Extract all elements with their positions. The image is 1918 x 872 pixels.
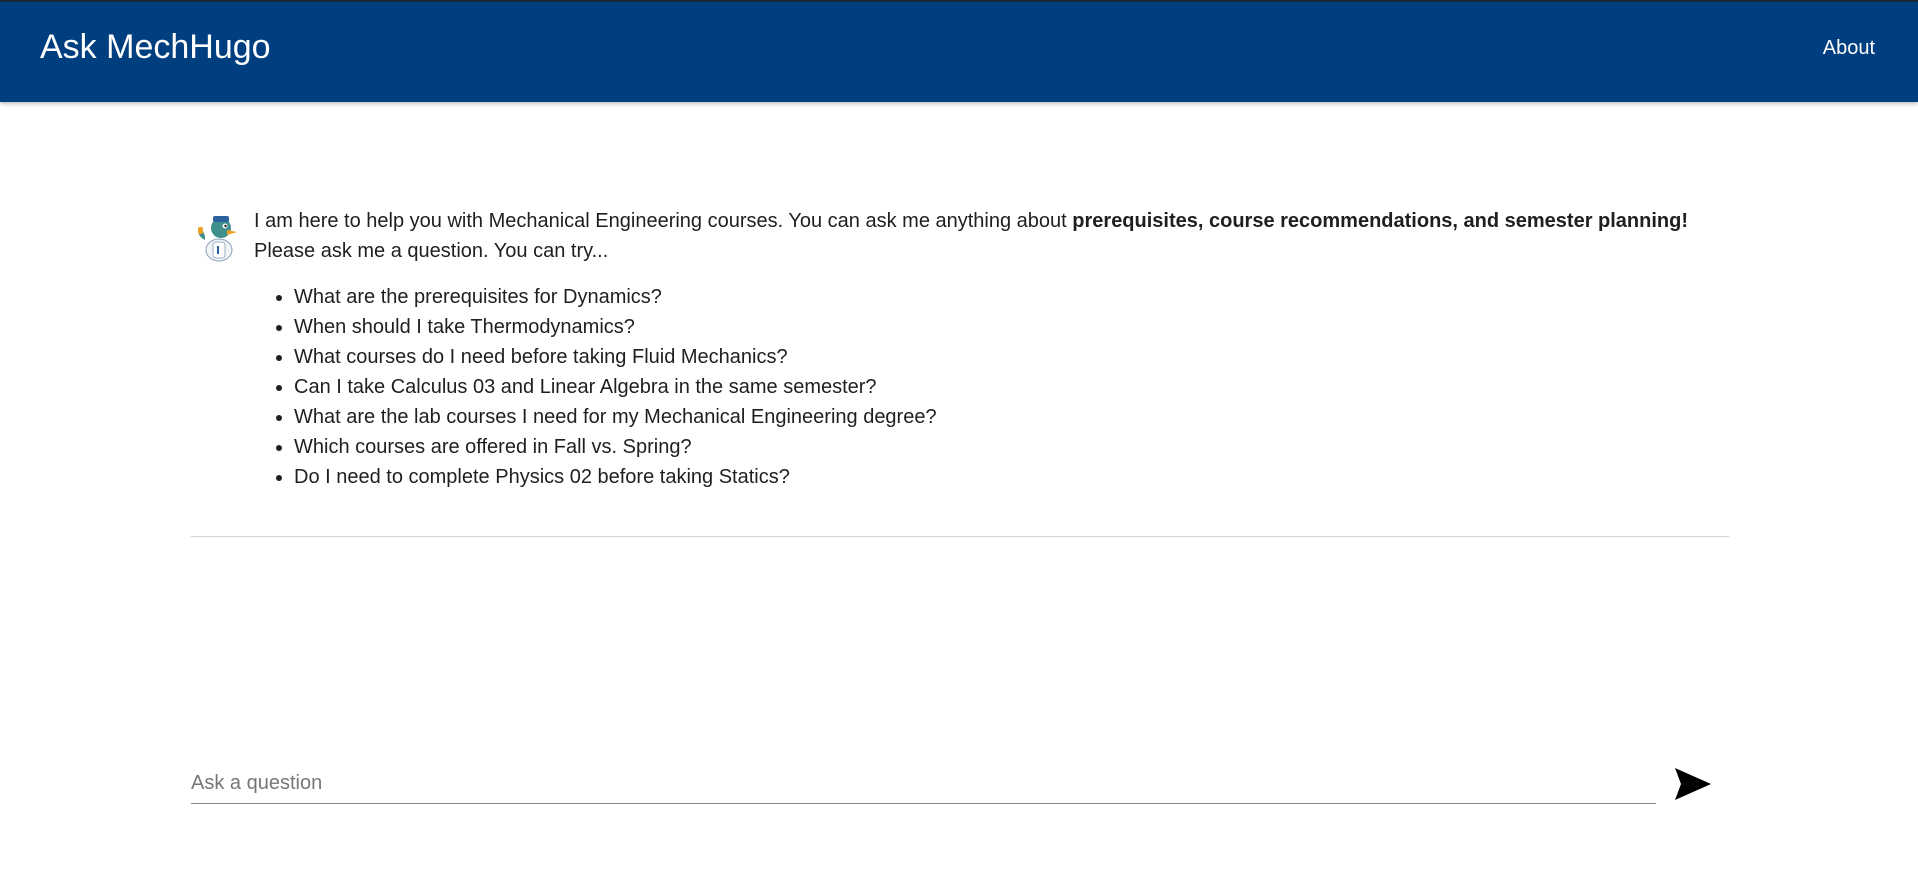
question-input-row — [191, 764, 1729, 804]
question-input[interactable] — [191, 764, 1656, 804]
app-title: Ask MechHugo — [40, 28, 271, 66]
suggestion-item: What courses do I need before taking Flu… — [294, 342, 1709, 372]
suggestion-list: What are the prerequisites for Dynamics?… — [254, 282, 1709, 492]
message-outro: Please ask me a question. You can try... — [254, 240, 609, 262]
suggestion-item: What are the lab courses I need for my M… — [294, 402, 1709, 432]
suggestion-item: What are the prerequisites for Dynamics? — [294, 282, 1709, 312]
suggestion-item: Do I need to complete Physics 02 before … — [294, 462, 1709, 492]
about-link[interactable]: About — [1823, 37, 1875, 60]
app-header: Ask MechHugo About — [0, 0, 1918, 102]
suggestion-item: Which courses are offered in Fall vs. Sp… — [294, 432, 1709, 462]
message-divider — [191, 536, 1729, 537]
send-icon — [1675, 768, 1711, 800]
message-highlight: prerequisites, course recommendations, a… — [1072, 210, 1689, 232]
suggestion-item: When should I take Thermodynamics? — [294, 312, 1709, 342]
message-intro: I am here to help you with Mechanical En… — [254, 210, 1073, 232]
suggestion-item: Can I take Calculus 03 and Linear Algebr… — [294, 372, 1709, 402]
send-button[interactable] — [1671, 762, 1715, 806]
mascot-avatar-icon — [191, 212, 241, 262]
bot-message: I am here to help you with Mechanical En… — [254, 206, 1709, 492]
